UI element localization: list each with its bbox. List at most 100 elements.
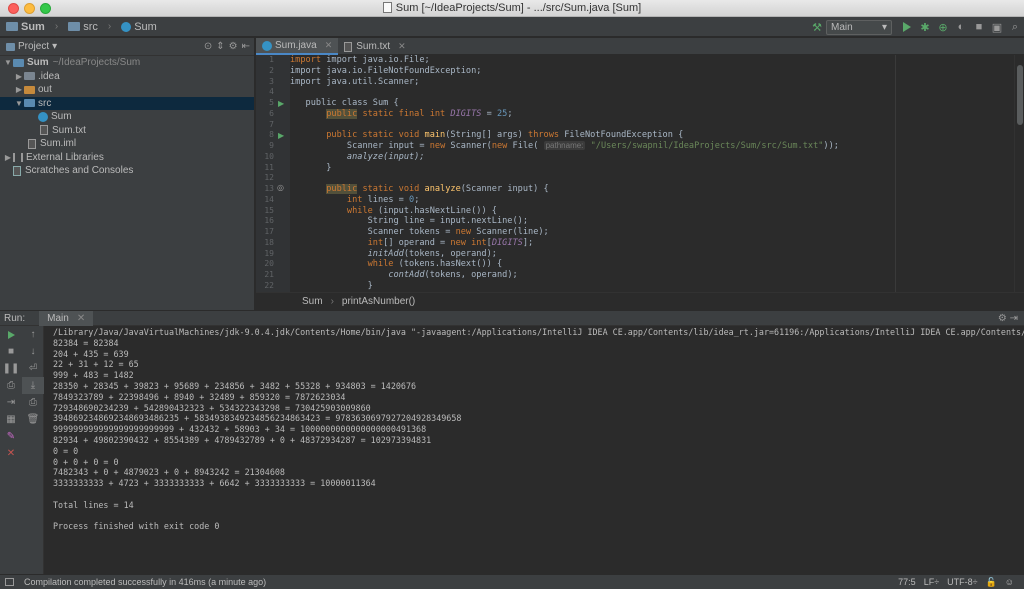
tab-sum-txt[interactable]: Sum.txt ✕ [338,38,411,55]
nav-crumb-class[interactable]: Sum [121,21,157,33]
line-number: 10 [264,151,274,161]
code-line: public static final int DIGITS = 25; [326,108,513,119]
run-console[interactable]: /Library/Java/JavaVirtualMachines/jdk-9.… [44,326,1024,574]
layout-icon[interactable]: ▦ [0,411,22,428]
method-marker-icon[interactable]: ◎ [277,183,284,192]
tree-item-idea[interactable]: ▶ .idea [0,70,254,84]
pin-icon[interactable]: ✎ [0,428,22,445]
nav-crumb-project[interactable]: Sum [6,21,45,33]
tree-item-sum-txt[interactable]: Sum.txt [0,124,254,138]
breadcrumb-class[interactable]: Sum [302,296,323,307]
run-tab-main[interactable]: Main ✕ [39,310,94,326]
chevron-right-icon: › [330,296,334,307]
stop-icon[interactable]: ■ [0,343,22,360]
tree-item-scratches[interactable]: Scratches and Consoles [0,164,254,178]
window-title-bar: Sum [~/IdeaProjects/Sum] - .../src/Sum.j… [0,0,1024,17]
exit-icon[interactable]: ⇥ [0,394,22,411]
code-line: Scanner input = new Scanner(new File( pa… [346,141,839,151]
run-class-gutter-icon[interactable]: ▶ [278,99,284,108]
line-number: 6 [269,108,274,118]
close-icon[interactable]: ✕ [0,445,22,462]
close-tab-icon[interactable]: ✕ [325,40,333,51]
profile-icon[interactable]: ◐ [952,18,970,36]
dump-threads-icon[interactable]: ⎙ [0,377,22,394]
run-button[interactable] [898,18,916,36]
nav-crumb-src[interactable]: src [68,21,98,33]
caret-position[interactable]: 77:5 [898,577,916,588]
search-icon[interactable]: ⌕ [1006,18,1024,36]
chevron-right-icon: › [107,21,112,32]
tree-item-src[interactable]: ▼ src [0,96,254,110]
build-hammer-icon[interactable]: ⚒ [808,18,826,36]
project-view-select[interactable]: Project [18,41,49,52]
soft-wrap-icon[interactable]: ⏎ [22,360,44,377]
collapsed-arrow-icon[interactable]: ▶ [14,72,24,81]
scrollbar-thumb[interactable] [1017,65,1023,125]
print-icon[interactable]: ⎙ [22,394,44,411]
scope-target-icon[interactable]: ⊙ [204,41,212,52]
file-encoding[interactable]: UTF-8÷ [947,577,977,588]
code-line: } [326,162,332,173]
project-folder-icon [13,58,24,67]
editor-gutter[interactable]: 1 2 3 4 5 6 7 8 9 10 11 12 13 14 15 16 1… [256,55,290,292]
line-number: 3 [269,76,274,86]
expanded-arrow-icon[interactable]: ▼ [3,58,13,67]
line-separator[interactable]: LF÷ [924,577,939,588]
tree-path: ~/IdeaProjects/Sum [52,57,141,69]
collapse-all-icon[interactable]: ⇕ [216,41,224,52]
collapsed-arrow-icon[interactable]: ▶ [14,85,24,94]
dropdown-arrow-icon[interactable]: ▾ [52,41,57,52]
console-line: 3333333333 + 4723 + 3333333333 + 6642 + … [53,478,376,489]
tree-item-sum-iml[interactable]: Sum.iml [0,137,254,151]
close-tab-icon[interactable]: ✕ [398,41,406,52]
scratch-icon [13,165,21,176]
tree-item-project-root[interactable]: ▼ Sum ~/IdeaProjects/Sum [0,56,254,70]
collapsed-arrow-icon[interactable]: ▶ [3,153,13,162]
source-folder-icon [24,99,35,108]
project-structure-icon[interactable]: ▣ [988,18,1006,36]
debug-icon[interactable]: ✱ [916,18,934,36]
console-line: 82934 + 49802390432 + 8554389 + 47894327… [53,434,432,445]
tree-item-out[interactable]: ▶ out [0,83,254,97]
inspector-icon[interactable]: ☺ [1005,577,1014,588]
project-header: Project ▾ ⊙ ⇕ ⚙ ⇤ [0,38,254,56]
tree-label: Sum.txt [52,124,86,136]
tool-windows-icon[interactable] [5,578,14,586]
code-line: public class Sum { [305,98,399,108]
tree-label: src [38,97,52,109]
console-line: 3948692348692348693486235 + 583493834923… [53,413,462,424]
run-tool-window-header: Run: Main ✕ ⚙ ⇥ [0,310,1024,326]
hide-panel-icon[interactable]: ⇥ [1010,313,1018,324]
stop-icon[interactable]: ■ [970,18,988,36]
settings-gear-icon[interactable]: ⚙ [998,313,1007,324]
scroll-to-end-icon[interactable]: ⤓ [22,377,44,394]
java-class-icon [38,111,48,122]
expanded-arrow-icon[interactable]: ▼ [14,99,24,108]
scroll-down-icon[interactable]: ↓ [22,343,44,360]
line-number: 9 [269,141,274,150]
close-tab-icon[interactable]: ✕ [77,313,85,324]
tree-item-external-libraries[interactable]: ▶ External Libraries [0,151,254,165]
lock-icon[interactable]: 🔓 [986,577,997,588]
clear-all-icon[interactable]: 🗑 [22,411,44,428]
tree-item-sum-class[interactable]: Sum [0,110,254,124]
pause-icon[interactable]: ❚❚ [0,360,22,377]
coverage-icon[interactable]: ⊕ [934,18,952,36]
rerun-icon[interactable] [0,326,22,343]
status-message[interactable]: Compilation completed successfully in 41… [24,577,266,587]
console-line: 28350 + 28345 + 39823 + 95689 + 234856 +… [53,380,417,391]
editor-scrollbar[interactable] [1014,55,1024,292]
settings-gear-icon[interactable]: ⚙ [229,41,238,52]
run-configuration-select[interactable]: Main ▾ [826,19,892,35]
tab-label: Sum.java [275,40,317,51]
line-number: 22 [264,280,274,290]
hide-panel-icon[interactable]: ⇤ [242,41,250,52]
breadcrumb-method[interactable]: printAsNumber() [342,296,415,307]
run-main-gutter-icon[interactable]: ▶ [278,131,284,140]
line-number: 16 [264,216,274,226]
tab-sum-java[interactable]: Sum.java ✕ [256,38,339,55]
console-line: 999 + 483 = 1482 [53,370,134,381]
code-editor[interactable]: import import java.io.File; import java.… [290,55,1014,292]
scroll-up-icon[interactable]: ↑ [22,326,44,343]
